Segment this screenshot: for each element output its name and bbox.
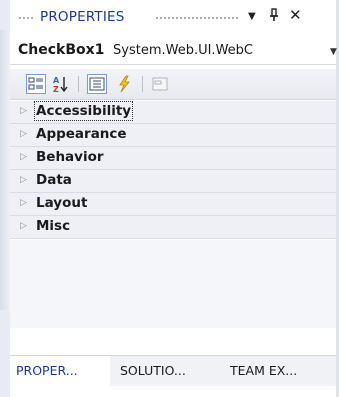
close-icon[interactable]: ✕ <box>289 6 302 24</box>
category-data[interactable]: ▷ Data <box>10 170 336 193</box>
category-label: Accessibility <box>33 101 134 121</box>
category-label: Behavior <box>36 149 104 165</box>
category-layout[interactable]: ▷ Layout <box>10 193 336 216</box>
properties-icon[interactable] <box>87 74 107 94</box>
object-selector[interactable]: CheckBox1 System.Web.UI.WebC ▼ <box>10 38 337 65</box>
lightning-bolt-icon[interactable] <box>114 74 134 94</box>
object-type: System.Web.UI.WebC <box>113 43 253 58</box>
expand-arrow-icon[interactable]: ▷ <box>20 129 27 139</box>
category-misc[interactable]: ▷ Misc <box>10 216 336 239</box>
tab-properties[interactable]: PROPER... <box>10 356 110 386</box>
toolbar-separator <box>142 76 143 92</box>
categorized-icon[interactable] <box>26 74 46 94</box>
properties-window: PROPERTIES ▼ ✕ CheckBox1 System.Web.UI.W… <box>0 0 339 397</box>
svg-text:A: A <box>53 76 60 85</box>
object-name: CheckBox1 <box>18 42 105 58</box>
chevron-down-icon[interactable]: ▼ <box>330 47 337 57</box>
category-accessibility[interactable]: ▷ Accessibility <box>10 101 336 124</box>
category-label: Layout <box>36 195 88 211</box>
svg-text:Z: Z <box>53 85 59 94</box>
drag-handle[interactable] <box>155 16 240 21</box>
left-dock-edge <box>0 0 10 397</box>
window-title: PROPERTIES <box>40 9 125 25</box>
category-appearance[interactable]: ▷ Appearance <box>10 124 336 147</box>
tab-team-explorer[interactable]: TEAM EX... <box>230 356 330 386</box>
description-pane <box>10 240 336 328</box>
expand-arrow-icon[interactable]: ▷ <box>20 106 27 116</box>
expand-arrow-icon[interactable]: ▷ <box>20 152 27 162</box>
title-bar[interactable]: PROPERTIES ▼ ✕ <box>10 6 336 30</box>
property-pages-icon[interactable] <box>150 74 170 94</box>
expand-arrow-icon[interactable]: ▷ <box>20 175 27 185</box>
category-label: Appearance <box>36 126 127 142</box>
properties-toolbar: A Z <box>10 69 336 100</box>
pin-icon[interactable] <box>268 8 280 26</box>
category-label: Misc <box>36 218 71 234</box>
expand-arrow-icon[interactable]: ▷ <box>20 221 27 231</box>
category-behavior[interactable]: ▷ Behavior <box>10 147 336 170</box>
grip-icon[interactable] <box>18 16 34 21</box>
triangle-down-icon[interactable]: ▼ <box>248 11 256 22</box>
sort-alphabetical-icon[interactable]: A Z <box>51 74 71 94</box>
category-label: Data <box>36 172 72 188</box>
toolbar-separator <box>78 76 79 92</box>
bottom-tab-strip: PROPER... SOLUTIO... TEAM EX... <box>10 355 336 386</box>
tab-solution-explorer[interactable]: SOLUTIO... <box>120 356 220 386</box>
expand-arrow-icon[interactable]: ▷ <box>20 198 27 208</box>
